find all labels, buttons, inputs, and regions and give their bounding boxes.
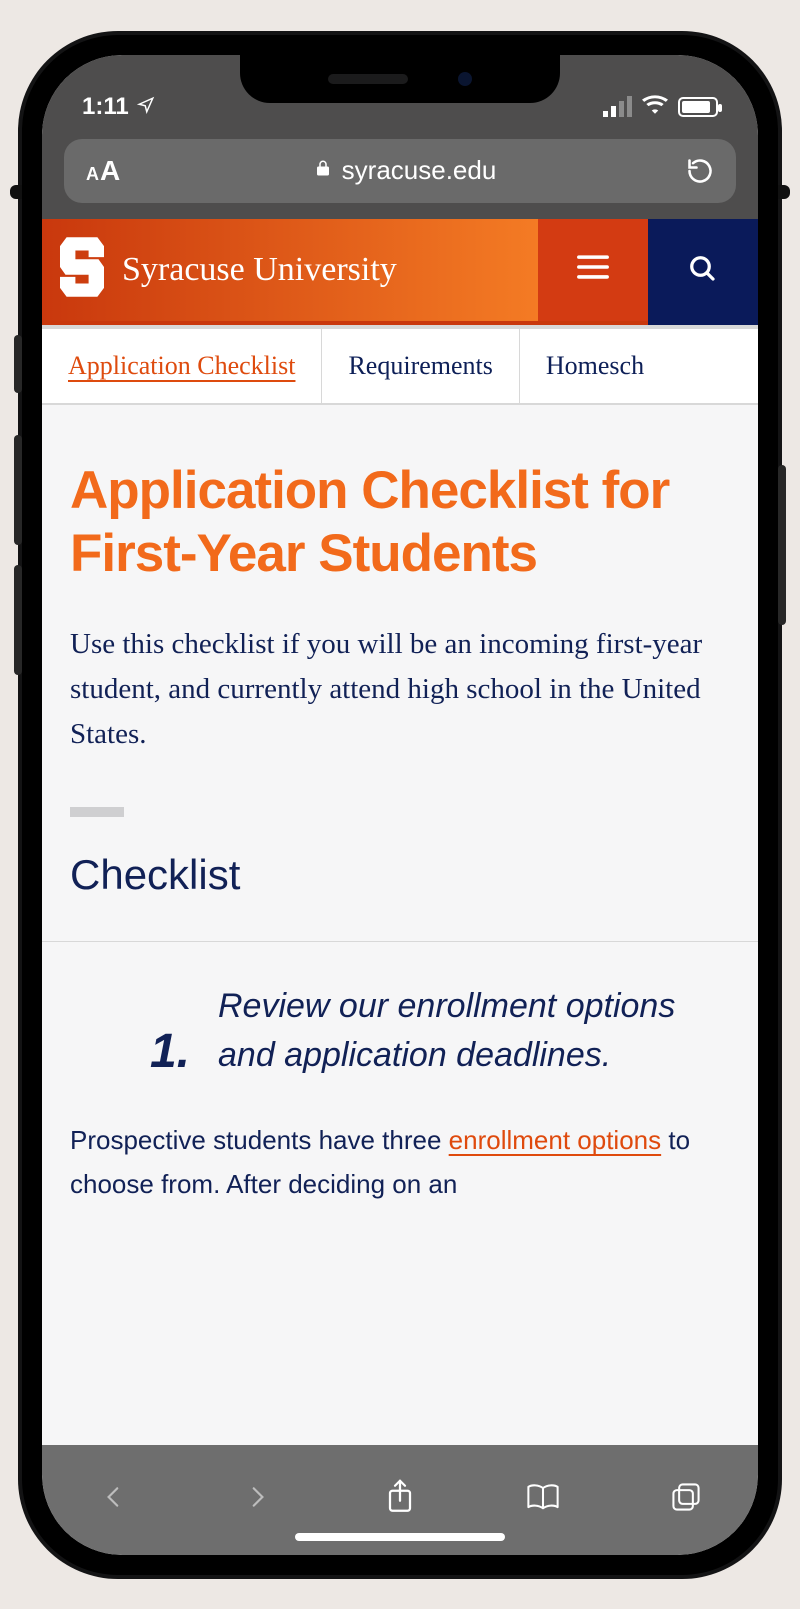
section-heading: Checklist: [70, 851, 730, 899]
site-brand[interactable]: Syracuse University: [42, 219, 538, 325]
site-logo-icon: [60, 237, 104, 302]
page-lead: Use this checklist if you will be an inc…: [70, 622, 730, 757]
checklist-step: 1. Review our enrollment options and app…: [70, 942, 730, 1081]
tab-requirements[interactable]: Requirements: [322, 329, 519, 403]
refresh-button[interactable]: [656, 157, 736, 185]
page-title: Application Checklist for First-Year Stu…: [70, 459, 730, 586]
wifi-icon: [642, 93, 668, 121]
step-number: 1.: [90, 982, 190, 1081]
phone-side-notch-left: [10, 185, 22, 199]
location-icon: [137, 93, 155, 121]
cellular-signal-icon: [603, 96, 632, 117]
home-indicator[interactable]: [295, 1533, 505, 1541]
phone-volume-up: [14, 435, 22, 545]
phone-volume-down: [14, 565, 22, 675]
book-icon: [525, 1482, 561, 1517]
share-icon: [385, 1478, 415, 1521]
phone-power-button: [778, 465, 786, 625]
chevron-right-icon: [244, 1479, 270, 1520]
url-domain: syracuse.edu: [342, 155, 497, 186]
phone-mute-switch: [14, 335, 22, 393]
hamburger-icon: [576, 253, 610, 286]
chevron-left-icon: [101, 1479, 127, 1520]
tab-homeschool[interactable]: Homesch: [520, 329, 670, 403]
search-button[interactable]: [648, 219, 758, 325]
tab-application-checklist[interactable]: Application Checklist: [42, 329, 322, 403]
phone-front-camera: [458, 72, 472, 86]
text-size-button[interactable]: AA: [64, 155, 154, 187]
phone-frame: 1:11: [22, 35, 778, 1575]
lock-icon: [314, 155, 332, 186]
body-text-pre: Prospective students have three: [70, 1125, 449, 1155]
enrollment-options-link[interactable]: enrollment options: [449, 1125, 661, 1155]
tabs-icon: [670, 1481, 702, 1518]
step-body: Prospective students have three enrollme…: [70, 1118, 730, 1206]
search-icon: [688, 254, 718, 289]
phone-speaker: [328, 74, 408, 84]
tab-label: Requirements: [348, 351, 492, 381]
phone-notch: [240, 55, 560, 103]
status-time: 1:11: [82, 93, 129, 121]
battery-icon: [678, 97, 718, 117]
tab-label: Homesch: [546, 351, 644, 381]
back-button[interactable]: [42, 1445, 185, 1555]
phone-side-notch-right: [778, 185, 790, 199]
section-tabs: Application Checklist Requirements Homes…: [42, 325, 758, 405]
url-bar[interactable]: AA syracuse.edu: [64, 139, 736, 203]
step-text: Review our enrollment options and applic…: [218, 982, 724, 1081]
tabs-button[interactable]: [615, 1445, 758, 1555]
section-rule: [70, 807, 124, 817]
tab-label: Application Checklist: [68, 351, 295, 381]
site-brand-name: Syracuse University: [122, 251, 397, 289]
menu-button[interactable]: [538, 219, 648, 325]
